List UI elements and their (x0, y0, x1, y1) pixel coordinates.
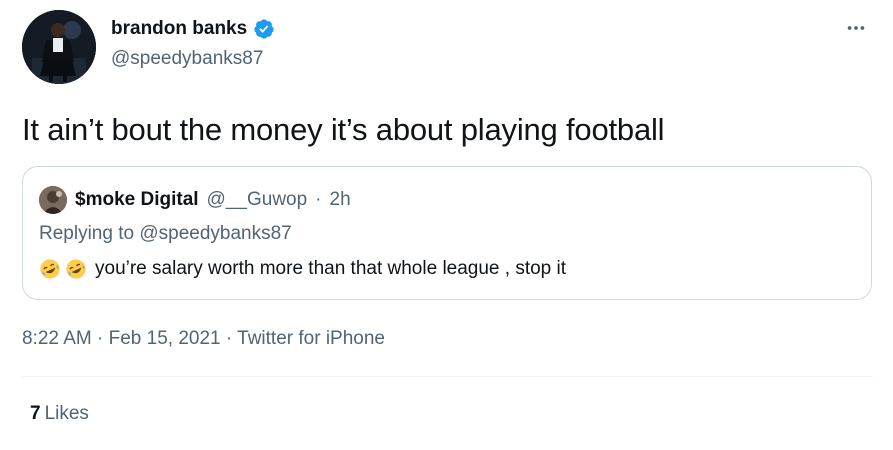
quoted-separator: · (315, 189, 322, 210)
rolling-laughing-emoji-icon (39, 258, 61, 280)
likes-label: Likes (44, 403, 89, 424)
author-name-row: brandon banks (111, 18, 275, 40)
meta-separator: · (225, 328, 233, 349)
author-avatar[interactable] (22, 10, 96, 84)
replying-prefix: Replying to (39, 223, 135, 244)
author-handle[interactable]: @speedybanks87 (111, 48, 263, 70)
quoted-author-name[interactable]: $moke Digital (75, 189, 199, 211)
likes-stat[interactable]: 7 Likes (30, 403, 89, 425)
tweet: brandon banks @speedybanks87 It ain’t bo… (0, 0, 893, 450)
quoted-tweet-header: $moke Digital @__Guwop · 2h (39, 186, 351, 214)
quoted-text-row: you’re salary worth more than that whole… (39, 258, 566, 280)
verified-badge-icon (253, 18, 275, 40)
quoted-tweet-card[interactable]: $moke Digital @__Guwop · 2h Replying to … (22, 166, 872, 300)
tweet-time[interactable]: 8:22 AM (22, 328, 92, 349)
quoted-tweet-text: you’re salary worth more than that whole… (95, 258, 567, 279)
divider (22, 376, 873, 377)
replying-to-line: Replying to @speedybanks87 (39, 223, 292, 245)
meta-separator: · (97, 328, 104, 349)
tweet-meta: 8:22 AM · Feb 15, 2021 · Twitter for iPh… (22, 328, 385, 350)
more-options-button[interactable] (841, 15, 871, 45)
tweet-text: It ain’t bout the money it’s about playi… (22, 112, 665, 147)
quoted-author-avatar[interactable] (39, 186, 67, 214)
tweet-date[interactable]: Feb 15, 2021 (109, 328, 221, 349)
replying-handle[interactable]: @speedybanks87 (139, 223, 291, 244)
quoted-time[interactable]: 2h (330, 189, 351, 211)
more-horizontal-icon (845, 17, 867, 44)
likes-count: 7 (30, 403, 41, 424)
tweet-source[interactable]: Twitter for iPhone (237, 328, 385, 349)
rolling-laughing-emoji-icon (65, 258, 87, 280)
author-name[interactable]: brandon banks (111, 18, 247, 40)
quoted-author-handle[interactable]: @__Guwop (207, 189, 308, 211)
